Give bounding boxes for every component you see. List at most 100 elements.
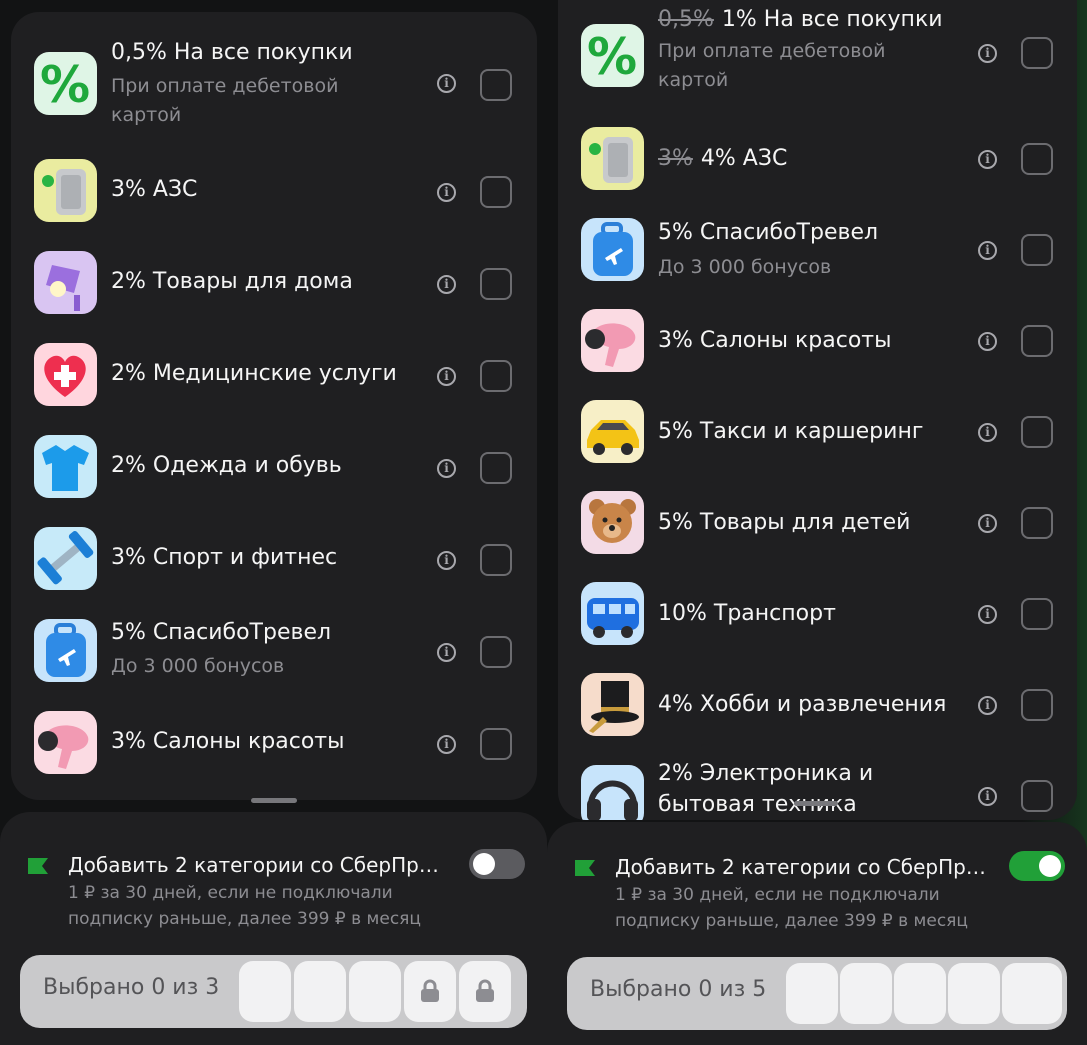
fuel-canister-icon <box>34 159 97 222</box>
info-icon[interactable]: i <box>978 241 997 260</box>
selection-slot[interactable] <box>894 963 946 1024</box>
category-row[interactable]: 3% Салоны красоты i <box>11 698 537 790</box>
sber-flag-icon <box>28 858 48 874</box>
promo-toggle[interactable] <box>1009 851 1065 881</box>
category-checkbox[interactable] <box>480 728 512 760</box>
category-row[interactable]: 2% Медицинские услуги i <box>11 330 537 422</box>
category-checkbox[interactable] <box>1021 416 1053 448</box>
info-icon[interactable]: i <box>437 459 456 478</box>
promo-subtitle: 1 ₽ за 30 дней, если не подключали подпи… <box>68 883 421 929</box>
category-title: 4% Хобби и развлечения <box>658 692 947 717</box>
category-title: 5% Такси и каршеринг <box>658 419 924 444</box>
promo-title: Добавить 2 категории со СберПр… <box>615 855 986 879</box>
hairdryer-icon <box>34 711 97 774</box>
selection-bar: Выбрано 0 из 5 <box>567 957 1067 1030</box>
info-icon[interactable]: i <box>437 275 456 294</box>
category-row[interactable]: 5% СпасибоТревел До 3 000 бонусов i <box>11 606 537 698</box>
category-row[interactable]: 3% 4% АЗС i <box>558 113 1077 205</box>
selection-slot[interactable] <box>239 961 291 1022</box>
suitcase-icon <box>581 218 644 281</box>
category-checkbox[interactable] <box>1021 325 1053 357</box>
category-subtitle: До 3 000 бонусов <box>111 655 285 677</box>
category-row[interactable]: 5% Товары для детей i <box>558 477 1077 569</box>
suitcase-icon <box>34 619 97 682</box>
category-row[interactable]: 3% Спорт и фитнес i <box>11 514 537 606</box>
promo-subtitle: 1 ₽ за 30 дней, если не подключали подпи… <box>615 885 968 931</box>
new-rate-title: 4% АЗС <box>700 146 788 171</box>
selection-slot[interactable] <box>294 961 346 1022</box>
lock-icon <box>476 979 494 1002</box>
info-icon[interactable]: i <box>978 605 997 624</box>
category-checkbox[interactable] <box>480 360 512 392</box>
info-icon[interactable]: i <box>437 183 456 202</box>
drag-handle[interactable] <box>794 801 838 806</box>
category-row[interactable]: 2% Товары для дома i <box>11 238 537 330</box>
selection-slot[interactable] <box>786 963 838 1024</box>
category-checkbox[interactable] <box>1021 143 1053 175</box>
info-icon[interactable]: i <box>437 367 456 386</box>
info-icon[interactable]: i <box>978 514 997 533</box>
selection-slot[interactable] <box>1002 963 1062 1024</box>
category-checkbox[interactable] <box>1021 780 1053 812</box>
category-row[interactable]: 2% Электроника и бытовая техника i <box>558 750 1077 820</box>
category-title: 5% СпасибоТревел <box>658 220 879 245</box>
selection-count: Выбрано 0 из 5 <box>590 977 767 1002</box>
category-checkbox[interactable] <box>480 544 512 576</box>
category-row[interactable]: 4% Хобби и развлечения i <box>558 659 1077 751</box>
category-title: 2% Электроника и бытовая техника <box>658 761 874 817</box>
selection-slot[interactable] <box>948 963 1000 1024</box>
category-title: 2% Товары для дома <box>111 269 353 294</box>
category-checkbox[interactable] <box>480 176 512 208</box>
old-rate: 3% <box>658 146 693 171</box>
category-subtitle: До 3 000 бонусов <box>658 256 832 278</box>
teddy-bear-icon <box>581 491 644 554</box>
info-icon[interactable]: i <box>978 696 997 715</box>
category-checkbox[interactable] <box>1021 234 1053 266</box>
tshirt-icon <box>34 435 97 498</box>
category-checkbox[interactable] <box>480 452 512 484</box>
category-title: 3% Салоны красоты <box>658 328 892 353</box>
category-title: 10% Транспорт <box>658 601 836 626</box>
info-icon[interactable]: i <box>978 332 997 351</box>
category-row[interactable]: 3% Салоны красоты i <box>558 295 1077 387</box>
category-row[interactable]: 3% АЗС i <box>11 146 537 238</box>
category-checkbox[interactable] <box>1021 37 1053 69</box>
percent-icon: % <box>581 24 644 87</box>
category-row[interactable]: 10% Транспорт i <box>558 568 1077 660</box>
drag-handle[interactable] <box>251 798 297 803</box>
selection-slot[interactable] <box>349 961 401 1022</box>
category-title: 0,5% 1% На все покупки <box>658 5 943 35</box>
category-checkbox[interactable] <box>480 268 512 300</box>
category-title: 0,5% На все покупки <box>111 40 353 65</box>
info-icon[interactable]: i <box>978 787 997 806</box>
category-checkbox[interactable] <box>480 69 512 101</box>
category-title: 2% Одежда и обувь <box>111 453 342 478</box>
info-icon[interactable]: i <box>437 643 456 662</box>
dumbbell-icon <box>34 527 97 590</box>
info-icon[interactable]: i <box>437 74 456 93</box>
category-title: 2% Медицинские услуги <box>111 361 397 386</box>
category-title: 5% Товары для детей <box>658 510 911 535</box>
category-checkbox[interactable] <box>480 636 512 668</box>
info-icon[interactable]: i <box>437 551 456 570</box>
category-row[interactable]: 5% СпасибоТревел До 3 000 бонусов i <box>558 204 1077 296</box>
new-rate-title: 1% На все покупки <box>721 7 943 32</box>
category-checkbox[interactable] <box>1021 598 1053 630</box>
info-icon[interactable]: i <box>978 423 997 442</box>
category-checkbox[interactable] <box>1021 689 1053 721</box>
bus-icon <box>581 582 644 645</box>
info-icon[interactable]: i <box>978 150 997 169</box>
selection-slot[interactable] <box>840 963 892 1024</box>
right-screen: % 0,5% 1% На все покупки При оплате дебет… <box>547 0 1087 1045</box>
category-row[interactable]: % 0,5% 1% На все покупки При оплате дебет… <box>558 5 1077 100</box>
info-icon[interactable]: i <box>978 44 997 63</box>
promo-toggle[interactable] <box>469 849 525 879</box>
selection-slot-locked <box>459 961 511 1022</box>
category-row[interactable]: 5% Такси и каршеринг i <box>558 386 1077 478</box>
info-icon[interactable]: i <box>437 735 456 754</box>
selection-bar: Выбрано 0 из 3 <box>20 955 527 1028</box>
category-row[interactable]: 2% Одежда и обувь i <box>11 422 537 514</box>
category-row[interactable]: % 0,5% На все покупки При оплате дебетов… <box>11 36 537 128</box>
selection-slot-locked <box>404 961 456 1022</box>
category-checkbox[interactable] <box>1021 507 1053 539</box>
